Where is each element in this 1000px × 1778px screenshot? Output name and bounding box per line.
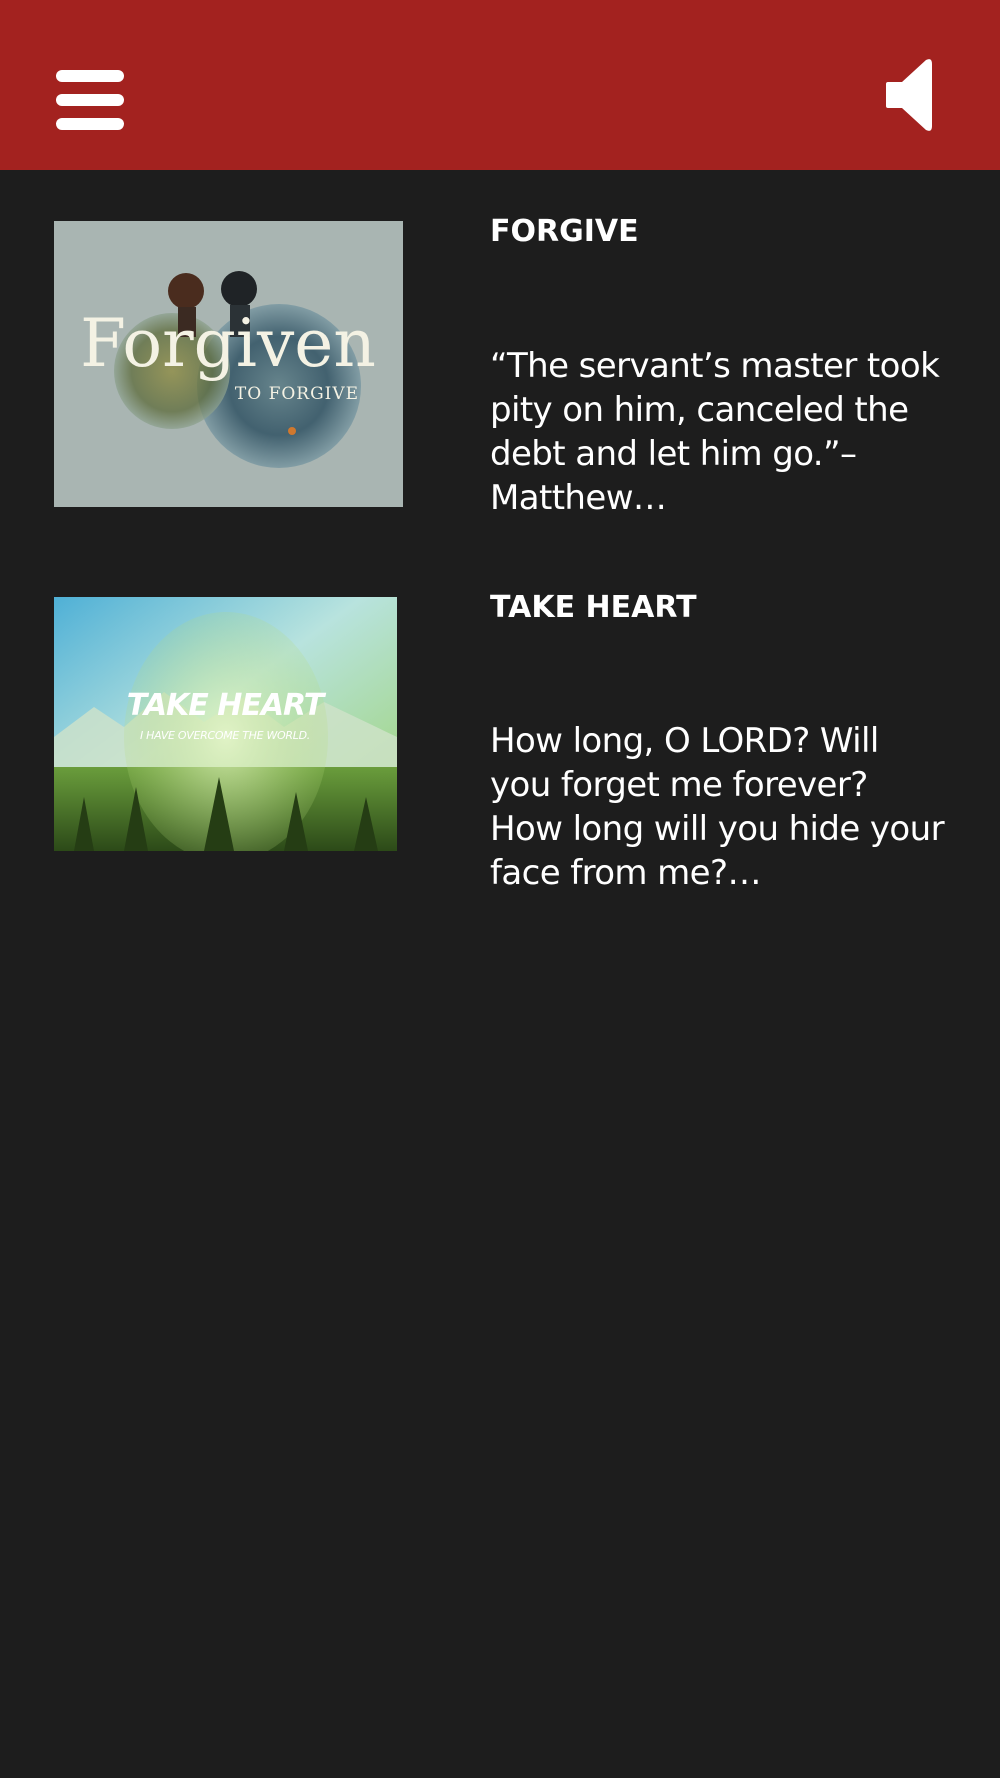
sermon-title[interactable]: FORGIVE: [490, 212, 639, 252]
thumbnail-subtitle-text: I HAVE OVERCOME THE WORLD.: [140, 729, 310, 742]
sermon-thumbnail[interactable]: Forgiven TO FORGIVE: [54, 221, 403, 507]
sermon-thumbnail[interactable]: TAKE HEART I HAVE OVERCOME THE WORLD.: [54, 597, 397, 851]
thumbnail-subtitle-text: TO FORGIVE: [235, 384, 359, 404]
thumbnail-title-text: Forgiven: [80, 305, 376, 382]
menu-button[interactable]: [56, 70, 124, 130]
top-bar: [0, 0, 1000, 170]
thumbnail-title-text: TAKE HEART: [127, 688, 327, 723]
app-screen: Forgiven TO FORGIVE FORGIVE “The servant…: [0, 0, 1000, 1778]
sermon-excerpt: How long, O LORD? Will you forget me for…: [490, 721, 945, 887]
sermon-excerpt: “The servant’s master took pity on him, …: [490, 346, 940, 512]
sound-toggle-button[interactable]: [886, 58, 934, 132]
speaker-icon: [886, 59, 932, 131]
sermon-title[interactable]: TAKE HEART: [490, 588, 697, 628]
